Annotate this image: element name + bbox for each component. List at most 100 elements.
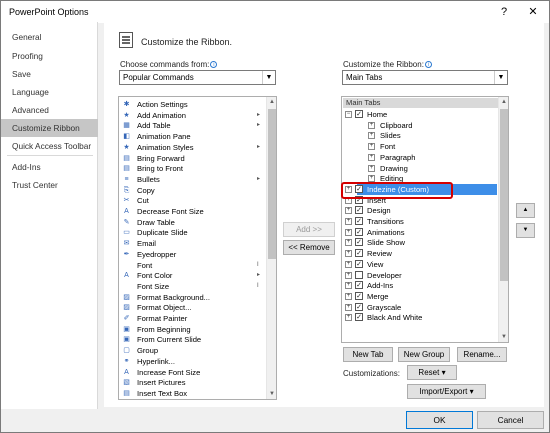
- tree-item[interactable]: + ✓ Merge: [342, 291, 497, 302]
- tab-checkbox[interactable]: ✓: [355, 238, 363, 247]
- ribbon-tree[interactable]: Main Tabs ▲ ▼ − ✓ Home + Clipboard + Slides + Fo…: [341, 96, 509, 343]
- list-item[interactable]: ▤ Bring to Front: [119, 163, 269, 174]
- expand-icon[interactable]: +: [368, 153, 375, 161]
- close-button[interactable]: ✕: [520, 3, 546, 21]
- tree-item[interactable]: + Font: [342, 141, 497, 152]
- list-item[interactable]: ▣ From Current Slide: [119, 334, 269, 345]
- list-item[interactable]: ★ Animation Styles ▸: [119, 142, 269, 153]
- expand-icon[interactable]: +: [345, 239, 352, 247]
- list-item[interactable]: ▢ Group: [119, 345, 269, 356]
- reset-button[interactable]: Reset ▾: [407, 365, 457, 380]
- commands-list[interactable]: ▲ ▼ ✱ Action Settings ★ Add Animation ▸ ▦ Add …: [118, 96, 277, 400]
- list-item[interactable]: ▦ Add Table ▸: [119, 120, 269, 131]
- tab-checkbox[interactable]: ✓: [355, 249, 363, 258]
- tab-checkbox[interactable]: ✓: [355, 302, 363, 311]
- rename-button[interactable]: Rename...: [457, 347, 507, 362]
- tree-item[interactable]: + ✓ Animations: [342, 227, 497, 238]
- cancel-button[interactable]: Cancel: [477, 411, 544, 429]
- scroll-down-icon[interactable]: ▼: [499, 332, 508, 342]
- tree-item[interactable]: − ✓ Home: [342, 109, 497, 120]
- tab-checkbox[interactable]: ✓: [355, 313, 363, 322]
- ok-button[interactable]: OK: [406, 411, 473, 429]
- tree-item[interactable]: + Slides: [342, 130, 497, 141]
- tree-item[interactable]: + ✓ Black And White: [342, 312, 497, 323]
- expand-icon[interactable]: +: [345, 207, 352, 215]
- nav-item-general[interactable]: General: [1, 28, 98, 46]
- expand-icon[interactable]: +: [345, 271, 352, 279]
- tree-scrollbar[interactable]: ▲ ▼: [498, 97, 508, 342]
- tree-item[interactable]: + Paragraph: [342, 152, 497, 163]
- expand-icon[interactable]: +: [345, 314, 352, 322]
- help-button[interactable]: ?: [491, 3, 517, 21]
- nav-item-trust-center[interactable]: Trust Center: [1, 176, 98, 194]
- list-item[interactable]: ⎘ Copy: [119, 185, 269, 196]
- list-item[interactable]: ▨ Format Background...: [119, 292, 269, 303]
- nav-item-save[interactable]: Save: [1, 65, 98, 83]
- list-item[interactable]: Font Size I: [119, 281, 269, 292]
- move-up-button[interactable]: ▲: [516, 203, 535, 218]
- tab-checkbox[interactable]: ✓: [355, 259, 363, 268]
- tree-item[interactable]: + Drawing: [342, 163, 497, 174]
- list-item[interactable]: A Decrease Font Size: [119, 206, 269, 217]
- expand-icon[interactable]: +: [368, 132, 375, 140]
- expand-icon[interactable]: +: [345, 260, 352, 268]
- nav-item-language[interactable]: Language: [1, 83, 98, 101]
- list-item[interactable]: A Font Color ▸: [119, 270, 269, 281]
- list-item[interactable]: ▤ Bring Forward: [119, 153, 269, 164]
- list-item[interactable]: ▣ From Beginning: [119, 324, 269, 335]
- expand-icon[interactable]: +: [345, 282, 352, 290]
- expand-icon[interactable]: +: [345, 250, 352, 258]
- commands-scroll-thumb[interactable]: [268, 109, 276, 259]
- new-group-button[interactable]: New Group: [398, 347, 450, 362]
- expand-icon[interactable]: +: [368, 164, 375, 172]
- import-export-button[interactable]: Import/Export ▾: [407, 384, 486, 399]
- tab-checkbox[interactable]: ✓: [355, 206, 363, 215]
- expand-icon[interactable]: +: [368, 121, 375, 129]
- expand-icon[interactable]: +: [368, 143, 375, 151]
- add-button[interactable]: Add >>: [283, 222, 335, 237]
- expand-icon[interactable]: +: [345, 218, 352, 225]
- tree-item[interactable]: + ✓ Add-Ins: [342, 280, 497, 291]
- nav-item-advanced[interactable]: Advanced: [1, 101, 98, 119]
- nav-item-proofing[interactable]: Proofing: [1, 47, 98, 65]
- expand-icon[interactable]: +: [345, 292, 352, 300]
- remove-button[interactable]: << Remove: [283, 240, 335, 255]
- list-item[interactable]: ▧ Insert Pictures: [119, 377, 269, 388]
- list-item[interactable]: ▤ Insert Text Box: [119, 388, 269, 399]
- tab-checkbox[interactable]: ✓: [355, 110, 363, 118]
- list-item[interactable]: ▨ Format Object...: [119, 302, 269, 313]
- list-item[interactable]: ◧ Animation Pane: [119, 131, 269, 142]
- collapse-icon[interactable]: −: [345, 111, 352, 118]
- tree-item[interactable]: + ✓ Design: [342, 205, 497, 216]
- tree-scroll-thumb[interactable]: [500, 109, 508, 281]
- tab-checkbox[interactable]: ✓: [355, 227, 363, 236]
- list-item[interactable]: ≡ Bullets ▸: [119, 174, 269, 185]
- list-item[interactable]: A Increase Font Size: [119, 367, 269, 378]
- tab-checkbox[interactable]: [355, 270, 363, 279]
- expand-icon[interactable]: +: [345, 228, 352, 236]
- tab-checkbox[interactable]: ✓: [355, 291, 363, 300]
- list-item[interactable]: ✒ Eyedropper: [119, 249, 269, 260]
- list-item[interactable]: ▭ Duplicate Slide: [119, 227, 269, 238]
- scroll-up-icon[interactable]: ▲: [499, 97, 508, 107]
- list-item[interactable]: ✱ Action Settings: [119, 99, 269, 110]
- list-item[interactable]: ✎ Draw Table: [119, 217, 269, 228]
- customize-ribbon-combo[interactable]: Main Tabs ▼: [342, 70, 508, 85]
- tree-item[interactable]: + ✓ Transitions: [342, 216, 497, 227]
- tab-checkbox[interactable]: ✓: [355, 281, 363, 290]
- list-item[interactable]: ⚭ Hyperlink...: [119, 356, 269, 367]
- list-item[interactable]: ✐ Format Painter: [119, 313, 269, 324]
- tree-item[interactable]: + ✓ Grayscale: [342, 302, 497, 313]
- nav-item-customize-ribbon[interactable]: Customize Ribbon: [1, 119, 98, 137]
- list-item[interactable]: ✂ Cut: [119, 195, 269, 206]
- choose-commands-combo[interactable]: Popular Commands ▼: [119, 70, 276, 85]
- tree-item[interactable]: + Clipboard: [342, 120, 497, 131]
- tree-item[interactable]: + ✓ Slide Show: [342, 237, 497, 248]
- list-item[interactable]: ★ Add Animation ▸: [119, 110, 269, 121]
- tab-checkbox[interactable]: ✓: [355, 217, 363, 225]
- nav-item-add-ins[interactable]: Add-Ins: [1, 158, 98, 176]
- nav-item-quick-access-toolbar[interactable]: Quick Access Toolbar: [1, 137, 98, 155]
- move-down-button[interactable]: ▼: [516, 223, 535, 238]
- new-tab-button[interactable]: New Tab: [343, 347, 393, 362]
- tree-item[interactable]: + ✓ View: [342, 259, 497, 270]
